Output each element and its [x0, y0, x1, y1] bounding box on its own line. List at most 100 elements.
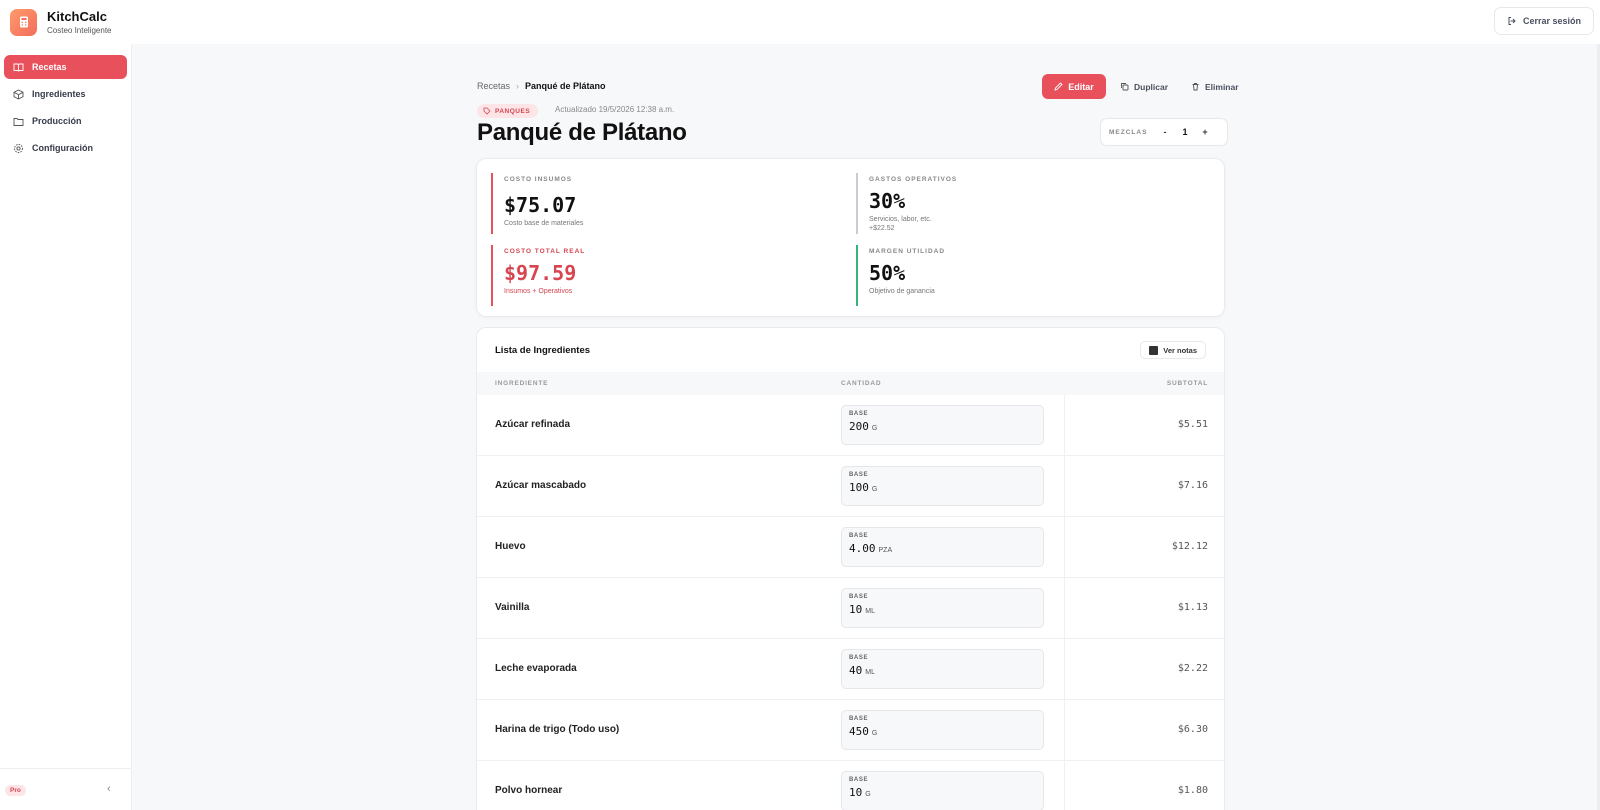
main-content: Recetas › Panqué de Plátano Editar Dupli…	[132, 44, 1600, 810]
table-row[interactable]: Azúcar mascabado BASE 100 G $7.16	[477, 456, 1224, 517]
column-divider	[1064, 517, 1065, 578]
ingredient-name: Azúcar mascabado	[495, 480, 587, 491]
quantity-unit: ML	[865, 608, 875, 615]
metric-label: MARGEN UTILIDAD	[869, 248, 946, 255]
column-divider	[1064, 639, 1065, 700]
quantity-field[interactable]: BASE 100 G	[841, 466, 1044, 506]
sidebar-item-ingredientes[interactable]: Ingredientes	[4, 82, 127, 106]
mixes-label: MEZCLAS	[1109, 128, 1148, 136]
quantity-unit: G	[871, 425, 878, 432]
base-label: BASE	[849, 472, 869, 478]
quantity-field[interactable]: BASE 40 ML	[841, 649, 1044, 689]
quantity-number: 10	[849, 603, 863, 616]
column-divider	[1064, 700, 1065, 761]
sidebar-item-label: Recetas	[32, 62, 67, 72]
sidebar-item-configuracion[interactable]: Configuración	[4, 136, 127, 160]
table-row[interactable]: Harina de trigo (Todo uso) BASE 450 G $6.30	[477, 700, 1224, 761]
sidebar-item-produccion[interactable]: Producción	[4, 109, 127, 133]
quantity-field[interactable]: BASE 200 G	[841, 405, 1044, 445]
ingredient-subtotal: $2.22	[1177, 663, 1208, 674]
column-divider	[1064, 578, 1065, 639]
quantity-number: 200	[849, 420, 869, 433]
app-logo	[10, 8, 37, 36]
metric-sub: Objetivo de ganancia	[869, 288, 935, 295]
category-label: PANQUES	[495, 107, 531, 115]
sidebar-item-recetas[interactable]: Recetas	[4, 55, 127, 79]
table-header: INGREDIENTE CANTIDAD SUBTOTAL	[477, 372, 1224, 395]
cost-summary-card: COSTO INSUMOS $75.07 Costo base de mater…	[476, 158, 1225, 317]
base-label: BASE	[849, 777, 869, 783]
metric-materials: COSTO INSUMOS $75.07 Costo base de mater…	[491, 173, 831, 234]
trash-icon	[1192, 83, 1199, 91]
quantity-unit: PZA	[878, 547, 893, 554]
folder-icon	[13, 117, 24, 126]
quantity-value: 100 G	[849, 481, 1036, 494]
chevron-right-icon: ›	[516, 81, 520, 91]
base-label: BASE	[849, 655, 869, 661]
metric-label: GASTOS OPERATIVOS	[869, 176, 958, 183]
sidebar-footer: Pro ‹	[0, 768, 131, 810]
tag-icon	[483, 107, 491, 115]
quantity-unit: G	[871, 730, 878, 737]
quantity-field[interactable]: BASE 4.00 PZA	[841, 527, 1044, 567]
quantity-number: 4.00	[849, 542, 876, 555]
ingredients-card: Lista de Ingredientes Ver notas INGREDIE…	[476, 327, 1225, 810]
table-row[interactable]: Azúcar refinada BASE 200 G $5.51	[477, 395, 1224, 456]
quantity-unit: G	[871, 486, 878, 493]
breadcrumb-parent[interactable]: Recetas	[477, 81, 510, 91]
sidebar-item-label: Configuración	[32, 143, 93, 153]
quantity-field[interactable]: BASE 10 ML	[841, 588, 1044, 628]
increment-button[interactable]: +	[1195, 127, 1215, 137]
gear-icon	[14, 143, 23, 153]
ingredient-name: Harina de trigo (Todo uso)	[495, 724, 620, 735]
logout-label: Cerrar sesión	[1522, 16, 1581, 26]
app-tagline: Costeo Inteligente	[47, 25, 112, 35]
ingredient-subtotal: $7.16	[1177, 480, 1208, 491]
ingredients-title: Lista de Ingredientes	[495, 345, 591, 356]
chevron-left-icon[interactable]: ‹	[107, 783, 111, 795]
breadcrumb: Recetas › Panqué de Plátano	[477, 81, 606, 91]
edit-label: Editar	[1068, 81, 1094, 92]
mixes-stepper: MEZCLAS - 1 +	[1100, 118, 1228, 146]
metric-total: COSTO TOTAL REAL $97.59 Insumos + Operat…	[491, 245, 831, 306]
calculator-icon	[19, 16, 28, 28]
metric-value: $75.07	[504, 193, 577, 217]
plan-badge: Pro	[5, 785, 26, 796]
table-row[interactable]: Vainilla BASE 10 ML $1.13	[477, 578, 1224, 639]
edit-button[interactable]: Editar	[1042, 74, 1106, 99]
view-notes-toggle[interactable]: Ver notas	[1140, 341, 1206, 359]
checkbox-icon	[1149, 345, 1159, 355]
book-icon	[13, 63, 24, 72]
delete-label: Eliminar	[1205, 81, 1239, 92]
table-row[interactable]: Leche evaporada BASE 40 ML $2.22	[477, 639, 1224, 700]
quantity-unit: ML	[865, 669, 875, 676]
column-header-subtotal: SUBTOTAL	[1166, 380, 1208, 387]
quantity-number: 100	[849, 481, 869, 494]
box-icon	[13, 88, 24, 100]
quantity-unit: G	[865, 791, 871, 798]
quantity-field[interactable]: BASE 450 G	[841, 710, 1044, 750]
column-divider	[1064, 395, 1065, 456]
table-row[interactable]: Huevo BASE 4.00 PZA $12.12	[477, 517, 1224, 578]
table-row[interactable]: Polvo hornear BASE 10 G $1.80	[477, 761, 1224, 810]
sidebar-item-label: Ingredientes	[32, 89, 86, 99]
metric-label: COSTO INSUMOS	[504, 176, 573, 183]
base-label: BASE	[849, 411, 869, 417]
quantity-value: 200 G	[849, 420, 1036, 433]
ingredient-name: Vainilla	[495, 602, 530, 613]
metric-label: COSTO TOTAL REAL	[504, 248, 586, 255]
page-title: Panqué de Plátano	[477, 119, 687, 146]
quantity-number: 450	[849, 725, 869, 738]
mixes-value[interactable]: 1	[1175, 127, 1195, 137]
decrement-button[interactable]: -	[1155, 127, 1175, 137]
category-tag: PANQUES	[477, 104, 539, 118]
ingredient-name: Azúcar refinada	[495, 419, 571, 430]
logout-button[interactable]: Cerrar sesión	[1493, 7, 1594, 35]
metric-sub: Insumos + Operativos	[504, 288, 573, 295]
metric-operating: GASTOS OPERATIVOS 30% Servicios, labor, …	[856, 173, 1196, 234]
delete-button[interactable]: Eliminar	[1191, 74, 1239, 99]
metric-value: $97.59	[504, 261, 577, 285]
duplicate-button[interactable]: Duplicar	[1120, 74, 1168, 99]
quantity-field[interactable]: BASE 10 G	[841, 771, 1044, 810]
brand: KitchCalc Costeo Inteligente	[47, 9, 112, 35]
